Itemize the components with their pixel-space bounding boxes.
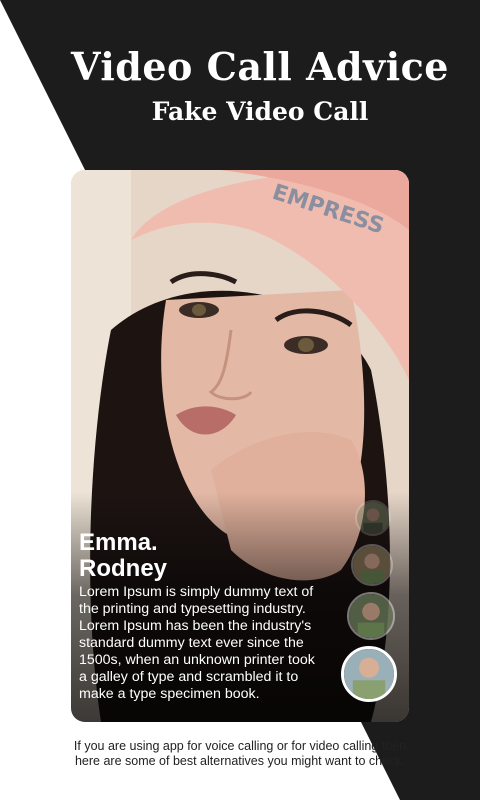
profile-description: Lorem Ipsum is simply dummy text of the … [79, 584, 315, 702]
contact-avatar-active[interactable] [341, 646, 397, 702]
contact-avatar[interactable] [347, 592, 395, 640]
profile-name-first: Emma. [79, 529, 158, 556]
contact-avatar[interactable] [351, 544, 393, 586]
footer-text: If you are using app for voice calling o… [73, 739, 407, 768]
page-subtitle: Fake Video Call [151, 97, 369, 126]
contact-avatar[interactable] [355, 500, 391, 536]
profile-name-last: Rodney [79, 555, 168, 582]
page-title: Video Call Advice [71, 44, 449, 89]
profile-card[interactable]: EMPRESS Emma. Rodney Lorem Ipsum is simp… [71, 170, 409, 722]
profile-name: Emma. Rodney [79, 530, 167, 582]
header: Video Call Advice Fake Video Call [0, 44, 480, 126]
